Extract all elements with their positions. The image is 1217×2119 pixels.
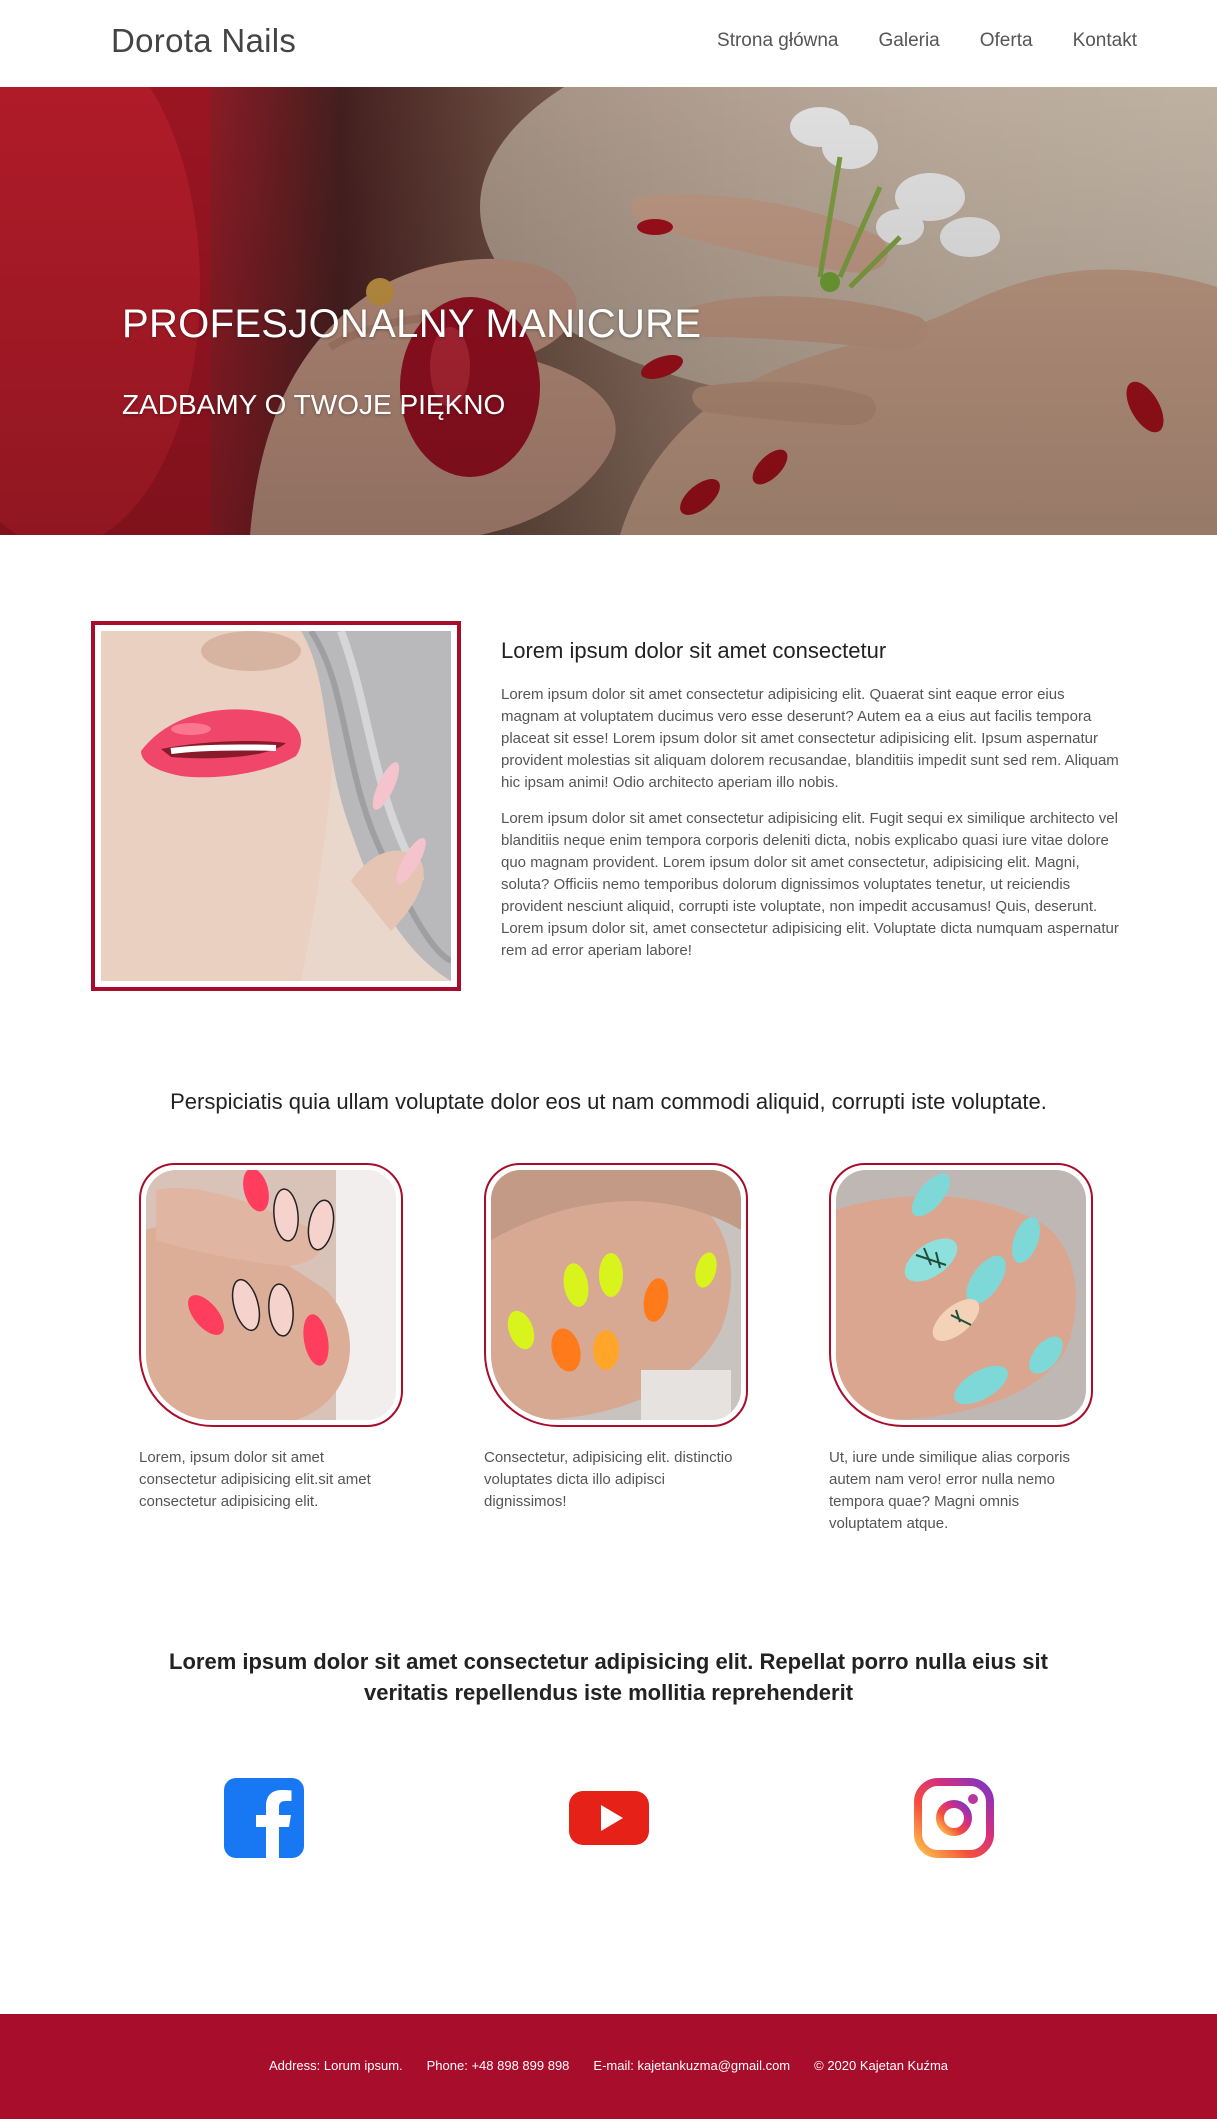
footer-address: Address: Lorum ipsum. <box>268 2058 403 2073</box>
hero-banner: PROFESJONALNY MANICURE ZADBAMY O TWOJE P… <box>0 87 1217 535</box>
footer: Address: Lorum ipsum. Phone: +48 898 899… <box>0 2014 1217 2119</box>
facebook-icon[interactable] <box>224 1778 304 1858</box>
footer-copyright: © 2020 Kajetan Kuźma <box>814 2058 949 2073</box>
card-image-frame <box>829 1163 1093 1427</box>
nav-link-home[interactable]: Strona główna <box>717 30 838 52</box>
about-paragraph: Lorem ipsum dolor sit amet consectetur a… <box>501 686 1119 791</box>
card-image-frame <box>484 1163 748 1427</box>
hero-subtitle: ZADBAMY O TWOJE PIĘKNO <box>122 389 506 420</box>
gallery-card: Lorem, ipsum dolor sit amet consectetur … <box>139 1163 403 1513</box>
card-text: Ut, iure unde similique alias corporis a… <box>829 1449 1070 1532</box>
card-text: Lorem, ipsum dolor sit amet consectetur … <box>139 1449 371 1510</box>
card-image <box>146 1170 396 1420</box>
social-heading: Lorem ipsum dolor sit amet consectetur a… <box>169 1649 1048 1705</box>
footer-email: E-mail: kajetankuzma@gmail.com <box>593 2058 791 2073</box>
card-image-frame <box>139 1163 403 1427</box>
nav-links: Strona główna Galeria Oferta Kontakt <box>717 30 1137 52</box>
instagram-icon[interactable] <box>914 1778 994 1858</box>
gallery-card: Consectetur, adipisicing elit. distincti… <box>484 1163 748 1513</box>
about-section: Lorem ipsum dolor sit amet consectetur L… <box>501 638 1121 976</box>
footer-info: Address: Lorum ipsum. Phone: +48 898 899… <box>0 2058 1217 2073</box>
nav-link-contact[interactable]: Kontakt <box>1073 30 1137 52</box>
feature-image-frame <box>91 621 461 991</box>
navbar: Dorota Nails Strona główna Galeria Ofert… <box>0 0 1217 87</box>
card-image <box>491 1170 741 1420</box>
footer-phone: Phone: +48 898 899 898 <box>426 2058 570 2073</box>
nav-link-gallery[interactable]: Galeria <box>879 30 940 52</box>
youtube-icon[interactable] <box>569 1778 649 1858</box>
about-paragraph: Lorem ipsum dolor sit amet consectetur a… <box>501 810 1119 959</box>
feature-image <box>101 631 451 981</box>
gallery-cards: Lorem, ipsum dolor sit amet consectetur … <box>139 1163 1094 1543</box>
brand-logo[interactable]: Dorota Nails <box>111 22 296 60</box>
hero-title: PROFESJONALNY MANICURE <box>122 302 702 346</box>
gallery-card: Ut, iure unde similique alias corporis a… <box>829 1163 1093 1535</box>
about-heading: Lorem ipsum dolor sit amet consectetur <box>501 638 887 663</box>
gallery-heading: Perspiciatis quia ullam voluptate dolor … <box>170 1089 1047 1114</box>
nav-link-offer[interactable]: Oferta <box>980 30 1033 52</box>
card-text: Consectetur, adipisicing elit. distincti… <box>484 1449 733 1510</box>
card-image <box>836 1170 1086 1420</box>
